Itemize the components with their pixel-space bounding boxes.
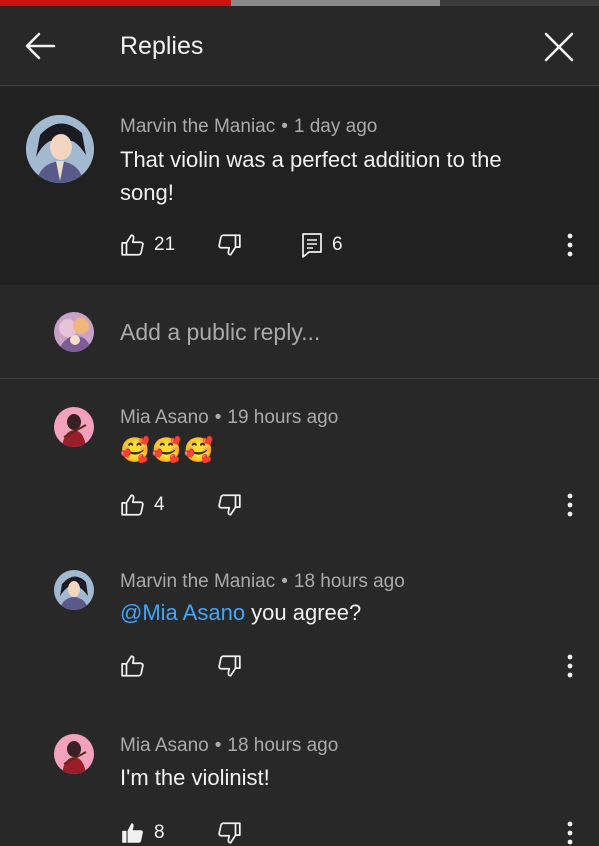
comment-author[interactable]: Mia Asano xyxy=(120,407,209,428)
thumbs-down-icon xyxy=(218,822,241,844)
page-title: Replies xyxy=(120,32,204,60)
more-actions-button[interactable] xyxy=(560,818,580,846)
avatar-image xyxy=(54,312,94,352)
comment-text-body: you agree? xyxy=(245,600,362,625)
more-vertical-icon xyxy=(567,654,573,678)
comment-time[interactable]: 1 day ago xyxy=(294,116,377,137)
meta-separator: • xyxy=(214,735,222,756)
close-icon xyxy=(544,32,574,62)
emoji-smiling-hearts: 🥰 xyxy=(120,437,150,464)
avatar[interactable] xyxy=(54,570,94,610)
emoji-smiling-hearts: 🥰 xyxy=(183,437,214,464)
avatar-image xyxy=(54,734,94,774)
comment-icon xyxy=(302,233,322,258)
more-actions-button[interactable] xyxy=(560,490,580,520)
reply-comment: Mia Asano • 19 hours ago 🥰 🥰 🥰 4 xyxy=(0,380,599,540)
comment-time[interactable]: 18 hours ago xyxy=(294,571,405,592)
comment-author[interactable]: Mia Asano xyxy=(120,735,209,756)
close-button[interactable] xyxy=(540,28,578,66)
meta-separator: • xyxy=(214,407,222,428)
arrow-left-icon xyxy=(25,32,56,60)
reply-count: 6 xyxy=(332,234,343,255)
reply-input[interactable]: Add a public reply... xyxy=(120,319,320,346)
comment-actions: 4 xyxy=(120,490,560,520)
avatar[interactable] xyxy=(54,407,94,447)
more-actions-button[interactable] xyxy=(560,230,580,260)
back-button[interactable] xyxy=(22,28,58,64)
comment-time[interactable]: 18 hours ago xyxy=(227,735,338,756)
comment-text: 🥰 🥰 🥰 xyxy=(120,436,214,465)
avatar-image xyxy=(54,407,94,447)
dislike-button[interactable] xyxy=(216,490,242,520)
thumbs-down-icon xyxy=(218,494,241,516)
like-button[interactable]: 21 xyxy=(120,230,175,260)
like-button[interactable] xyxy=(120,651,146,681)
dislike-button[interactable] xyxy=(216,651,242,681)
comment-text: @Mia Asano you agree? xyxy=(120,596,560,629)
thumbs-up-icon xyxy=(121,655,144,677)
view-replies-button[interactable]: 6 xyxy=(300,230,343,260)
avatar[interactable] xyxy=(54,734,94,774)
avatar[interactable] xyxy=(26,115,94,183)
comment-actions: 8 xyxy=(120,818,560,846)
parent-comment: Marvin the Maniac • 1 day ago That violin … xyxy=(0,87,599,285)
comment-text: That violin was a perfect addition to th… xyxy=(120,147,502,205)
comment-actions xyxy=(120,651,560,681)
meta-separator: • xyxy=(281,116,288,137)
user-mention-link[interactable]: @Mia Asano xyxy=(120,600,245,625)
meta-separator: • xyxy=(281,571,288,592)
thumbs-up-filled-icon xyxy=(122,823,143,843)
comment-author[interactable]: Marvin the Maniac xyxy=(120,116,275,137)
thumbs-down-icon xyxy=(218,655,241,677)
more-vertical-icon xyxy=(567,233,573,257)
like-button[interactable]: 8 xyxy=(120,818,165,846)
dislike-button[interactable] xyxy=(216,818,242,846)
avatar-image xyxy=(54,570,94,610)
comment-text: I'm the violinist! xyxy=(120,765,270,790)
like-count: 4 xyxy=(154,494,165,515)
thumbs-up-icon xyxy=(121,234,144,256)
more-vertical-icon xyxy=(567,821,573,845)
thumbs-down-icon xyxy=(218,234,241,256)
comment-actions: 21 6 xyxy=(120,230,560,260)
dislike-button[interactable] xyxy=(216,230,242,260)
avatar-image xyxy=(26,115,94,183)
reply-comment: Mia Asano • 18 hours ago I'm the violinist… xyxy=(0,706,599,846)
reply-comment: Marvin the Maniac • 18 hours ago @Mia Asan… xyxy=(0,542,599,704)
comment-time[interactable]: 19 hours ago xyxy=(227,407,338,428)
replies-header: Replies xyxy=(0,6,599,86)
comment-author[interactable]: Marvin the Maniac xyxy=(120,571,275,592)
like-count: 21 xyxy=(154,234,176,255)
avatar xyxy=(54,312,94,352)
more-vertical-icon xyxy=(567,493,573,517)
emoji-smiling-hearts: 🥰 xyxy=(151,437,182,464)
add-reply-box[interactable]: Add a public reply... xyxy=(0,285,599,379)
like-count: 8 xyxy=(154,822,165,843)
like-button[interactable]: 4 xyxy=(120,490,165,520)
more-actions-button[interactable] xyxy=(560,651,580,681)
thumbs-up-icon xyxy=(121,494,144,516)
